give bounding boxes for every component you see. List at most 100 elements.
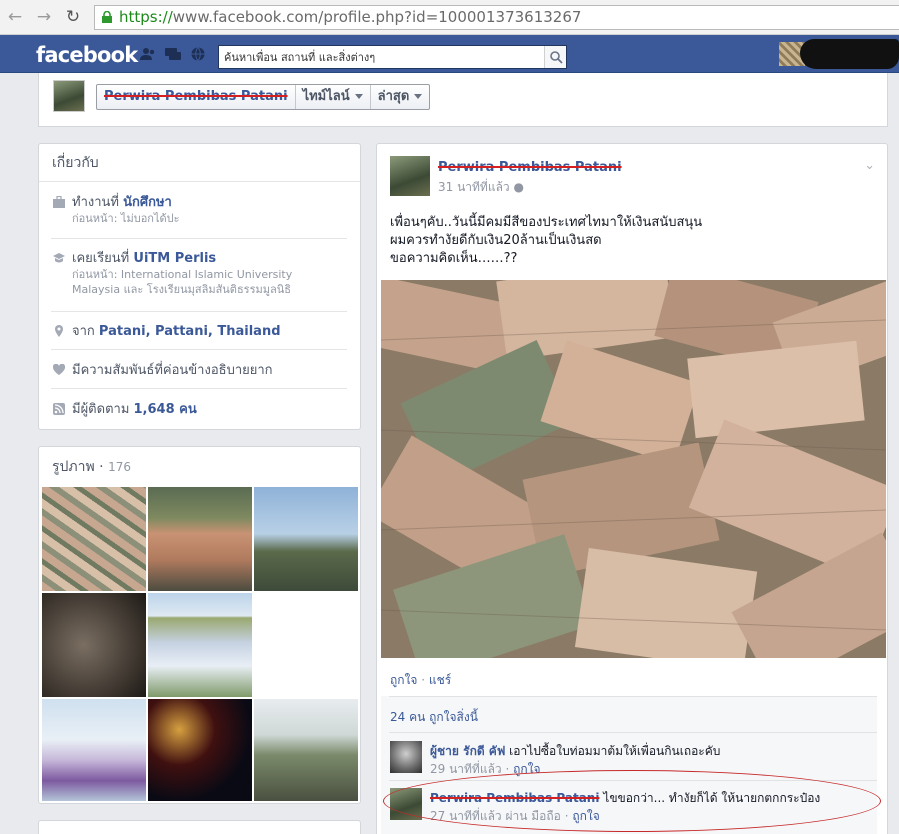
post-options-icon[interactable]: ⌄ — [864, 158, 875, 173]
photos-count: 176 — [108, 460, 131, 474]
commenter-avatar[interactable] — [390, 741, 422, 773]
photo-thumbnail[interactable] — [148, 699, 252, 801]
facebook-logo[interactable]: facebook — [36, 43, 138, 67]
divider — [51, 388, 347, 389]
search-button[interactable] — [544, 46, 566, 68]
photo-thumbnail[interactable] — [254, 699, 358, 801]
edu-link[interactable]: UiTM Perlis — [133, 251, 216, 266]
edu-prefix: เคยเรียนที่ — [72, 251, 134, 266]
post-text: เพื่อนๆคับ..วันนี้มีคมมีสีของประเทศไทมาใ… — [390, 214, 870, 268]
divider — [51, 238, 347, 239]
search-box[interactable] — [218, 45, 567, 69]
about-work: ทำงานที่ นักศึกษา ก่อนหน้า: ไม่บอกได้ปะ — [51, 194, 347, 226]
notifications-globe-icon[interactable] — [190, 47, 206, 61]
chevron-down-icon — [354, 94, 363, 99]
photo-thumbnail[interactable] — [42, 487, 146, 591]
photo-thumbnail[interactable] — [42, 699, 146, 801]
followers-link[interactable]: 1,648 คน — [134, 402, 197, 417]
followers-prefix: มีผู้ติดตาม — [72, 402, 134, 417]
divider — [51, 311, 347, 312]
comment-like-link[interactable]: ถูกใจ — [513, 762, 540, 776]
profile-name-button[interactable]: Perwira Pembibas Patani — [97, 85, 296, 109]
money-pile-image — [381, 280, 886, 658]
photo-thumbnail[interactable] — [254, 593, 358, 697]
about-relationship: มีความสัมพันธ์ที่ค่อนข้างอธิบายยาก — [51, 362, 347, 379]
work-prefix: ทำงานที่ — [72, 195, 124, 210]
photos-label: รูปภาพ — [52, 459, 95, 475]
graduation-cap-icon — [53, 253, 65, 263]
commenter-name[interactable]: Perwira Pembibas Patani — [430, 791, 599, 805]
commenter-avatar[interactable] — [390, 788, 422, 820]
post-time-text: 31 นาทีที่แล้ว — [438, 180, 510, 194]
relationship-status: มีความสัมพันธ์ที่ค่อนข้างอธิบายยาก — [72, 363, 273, 378]
timeline-nav: Perwira Pembibas Patani ไทม์ไลน์ ล่าสุด — [96, 84, 431, 110]
work-previous: ก่อนหน้า: ไม่บอกได้ปะ — [72, 212, 180, 225]
address-bar[interactable]: https://www.facebook.com/profile.php?id=… — [94, 5, 899, 30]
back-icon[interactable]: ← — [4, 6, 26, 28]
photos-card: รูปภาพ · 176 — [38, 446, 361, 804]
post-actions: ถูกใจ · แชร์ — [390, 671, 451, 690]
next-card — [38, 820, 361, 834]
post-line: เพื่อนๆคับ..วันนี้มีคมมีสีของประเทศไทมาใ… — [390, 215, 703, 230]
about-followers: มีผู้ติดตาม 1,648 คน — [51, 401, 347, 418]
edu-previous-1: ก่อนหน้า: International Islamic Universi… — [72, 268, 293, 281]
reload-icon[interactable]: ↻ — [62, 6, 84, 28]
divider — [51, 349, 347, 350]
timeline-header: Perwira Pembibas Patani ไทม์ไลน์ ล่าสุด — [38, 73, 888, 127]
post-author-name[interactable]: Perwira Pembibas Patani — [438, 160, 622, 175]
comment-text: Perwira Pembibas Patani ไขขอกว่า... ทำงั… — [430, 789, 820, 808]
comment-time[interactable]: 29 นาทีที่แล้ว — [430, 762, 502, 776]
search-input[interactable] — [219, 46, 539, 68]
divider — [389, 780, 877, 781]
comment-meta: 27 นาทีที่แล้ว ผ่าน มือถือ · ถูกใจ — [430, 809, 600, 823]
post-author-text: Perwira Pembibas Patani — [438, 160, 622, 175]
post-timestamp[interactable]: 31 นาทีที่แล้ว ● — [438, 178, 524, 197]
post-author-avatar[interactable] — [390, 156, 430, 196]
post-line: ขอความคิดเห็น……?? — [390, 251, 518, 266]
chevron-down-icon — [414, 94, 423, 99]
about-title[interactable]: เกี่ยวกับ — [39, 144, 360, 182]
recent-dropdown[interactable]: ล่าสุด — [371, 85, 430, 109]
facebook-top-bar: facebook — [0, 35, 899, 73]
heart-icon — [53, 364, 65, 375]
globe-icon: ● — [513, 180, 524, 194]
timeline-dropdown[interactable]: ไทม์ไลน์ — [296, 85, 371, 109]
divider — [389, 696, 877, 697]
photos-title[interactable]: รูปภาพ · 176 — [39, 447, 360, 487]
photo-thumbnail[interactable] — [254, 487, 358, 591]
photo-thumbnail[interactable] — [148, 487, 252, 591]
redacted-username — [800, 39, 899, 69]
timeline-post: Perwira Pembibas Patani 31 นาทีที่แล้ว ●… — [376, 143, 888, 834]
profile-avatar[interactable] — [53, 80, 85, 112]
about-hometown: จาก Patani, Pattani, Thailand — [51, 323, 347, 340]
likes-summary[interactable]: 24 คน ถูกใจสิ่งนี้ — [390, 708, 478, 727]
comment-body: เอาไปซื้อใบท่อมมาต้มให้เพื่อนกินเถอะคับ — [509, 744, 721, 758]
timeline-label: ไทม์ไลน์ — [302, 89, 350, 104]
url-scheme: https:// — [119, 8, 173, 26]
like-link[interactable]: ถูกใจ — [390, 673, 417, 687]
search-icon — [550, 51, 563, 64]
forward-icon[interactable]: → — [33, 6, 55, 28]
messages-icon[interactable] — [165, 47, 181, 61]
browser-toolbar: ← → ↻ https://www.facebook.com/profile.p… — [0, 0, 899, 35]
photo-thumbnail[interactable] — [148, 593, 252, 697]
friend-requests-icon[interactable] — [140, 47, 156, 61]
divider — [389, 732, 877, 733]
comment-like-link[interactable]: ถูกใจ — [572, 809, 599, 823]
about-card: เกี่ยวกับ ทำงานที่ นักศึกษา ก่อนหน้า: ไม… — [38, 143, 361, 430]
hometown-link[interactable]: Patani, Pattani, Thailand — [99, 324, 281, 339]
photo-thumbnail[interactable] — [42, 593, 146, 697]
post-photo[interactable] — [381, 280, 886, 658]
commenter-name[interactable]: ผู้ชาย รักดี คัฟ — [430, 744, 505, 758]
edu-previous-2: Malaysia และ โรงเรียนมุสลิมสันติธรรมมูลน… — [72, 283, 291, 296]
work-link[interactable]: นักศึกษา — [123, 195, 172, 210]
recent-label: ล่าสุด — [377, 89, 410, 104]
share-link[interactable]: แชร์ — [429, 673, 451, 687]
post-line: ผมควรทำงัยดีกับเงิน20ล้านเป็นเงินสด — [390, 233, 602, 248]
comment-time[interactable]: 27 นาทีที่แล้ว ผ่าน มือถือ — [430, 809, 561, 823]
location-pin-icon — [55, 325, 63, 337]
about-education: เคยเรียนที่ UiTM Perlis ก่อนหน้า: Intern… — [51, 250, 347, 297]
comment-section: 24 คน ถูกใจสิ่งนี้ ผู้ชาย รักดี คัฟ เอาไ… — [381, 696, 877, 834]
comment-meta: 29 นาทีที่แล้ว · ถูกใจ — [430, 762, 541, 776]
separator-dot: · — [421, 673, 429, 687]
